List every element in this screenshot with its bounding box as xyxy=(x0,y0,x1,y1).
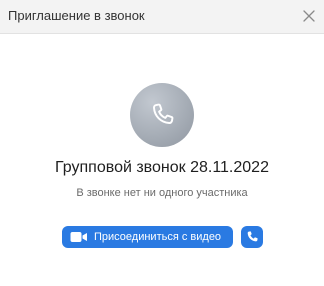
phone-icon xyxy=(247,231,258,242)
video-camera-icon xyxy=(70,231,88,243)
close-button[interactable] xyxy=(298,5,320,27)
phone-icon xyxy=(153,103,174,124)
call-avatar xyxy=(130,83,194,147)
join-with-video-label: Присоединиться с видео xyxy=(94,231,222,243)
participants-status: В звонке нет ни одного участника xyxy=(76,187,248,199)
dialog-header: Приглашение в звонок xyxy=(0,0,324,34)
join-audio-button[interactable] xyxy=(241,226,263,248)
call-invitation-dialog: Приглашение в звонок Групповой звонок 28… xyxy=(0,0,324,286)
join-with-video-button[interactable]: Присоединиться с видео xyxy=(62,226,233,248)
call-title: Групповой звонок 28.11.2022 xyxy=(55,159,269,176)
dialog-title: Приглашение в звонок xyxy=(8,8,145,23)
close-icon xyxy=(303,10,315,22)
